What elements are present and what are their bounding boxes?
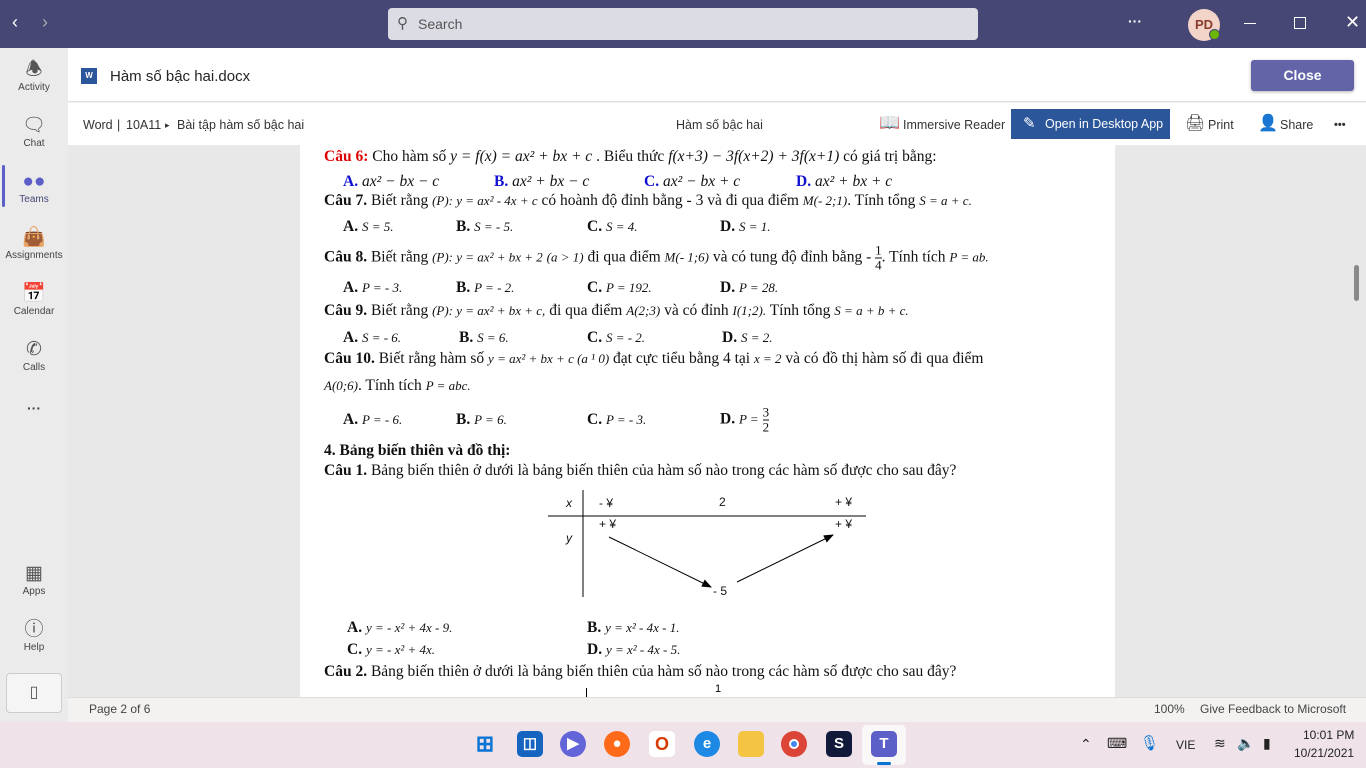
volume-icon[interactable]: 🔈 [1237,735,1254,752]
active-app-indicator [877,762,891,765]
chrome-icon[interactable] [781,731,807,757]
y-right: + ¥ [835,517,852,531]
keyboard-icon[interactable]: ⌨ [1107,735,1127,752]
y-left: + ¥ [599,517,616,531]
answer-a: A. y = - x² + 4x - 9. [347,619,453,636]
clock-date[interactable]: 10/21/2021 [1294,746,1354,760]
teams-taskbar-icon[interactable]: T [871,731,897,757]
battery-icon[interactable]: ▮ [1263,735,1271,752]
taskbar [0,722,1366,768]
language-indicator[interactable]: VIE [1176,738,1195,752]
page-indicator: Page 2 of 6 [89,702,151,716]
start-button[interactable]: ⊞ [472,731,498,757]
office-icon[interactable]: O [649,731,675,757]
wifi-icon[interactable]: ≋ [1214,735,1226,752]
answer-c: C. y = - x² + 4x. [347,641,436,658]
table2-line [586,688,587,697]
zoom-level[interactable]: 100% [1154,702,1185,716]
app-s-icon[interactable]: S [826,731,852,757]
status-bar: Page 2 of 6 100% Give Feedback to Micros… [68,697,1366,721]
chevron-up-icon[interactable]: ⌃ [1080,736,1092,753]
section4-question-2: Câu 2. Bảng biến thiên ở dưới là bảng bi… [324,663,957,680]
chat-meet-icon[interactable]: ▶ [560,731,586,757]
answer-b: B. y = x² - 4x - 1. [587,619,680,636]
file-explorer-icon[interactable] [738,731,764,757]
x-left: - ¥ [599,496,613,510]
microphone-icon[interactable]: 🎙 [1140,734,1159,752]
edge-icon[interactable]: e [694,731,720,757]
widgets-icon[interactable]: ◫ [517,731,543,757]
answer-d: D. y = x² - 4x - 5. [587,641,681,658]
y-min: - 5 [713,584,727,598]
feedback-link[interactable]: Give Feedback to Microsoft [1200,702,1346,716]
variation-table: x - ¥ 2 + ¥ + ¥ + ¥ y - 5 [548,490,866,598]
table2-value: 1 [715,683,722,695]
x-mid: 2 [719,495,726,509]
clock-time[interactable]: 10:01 PM [1303,728,1354,742]
decreasing-arrow [608,536,712,588]
increasing-arrow [736,534,834,583]
y-label: y [565,531,573,545]
x-right: + ¥ [835,495,852,509]
firefox-icon[interactable]: ● [604,731,630,757]
x-label: x [565,496,573,510]
